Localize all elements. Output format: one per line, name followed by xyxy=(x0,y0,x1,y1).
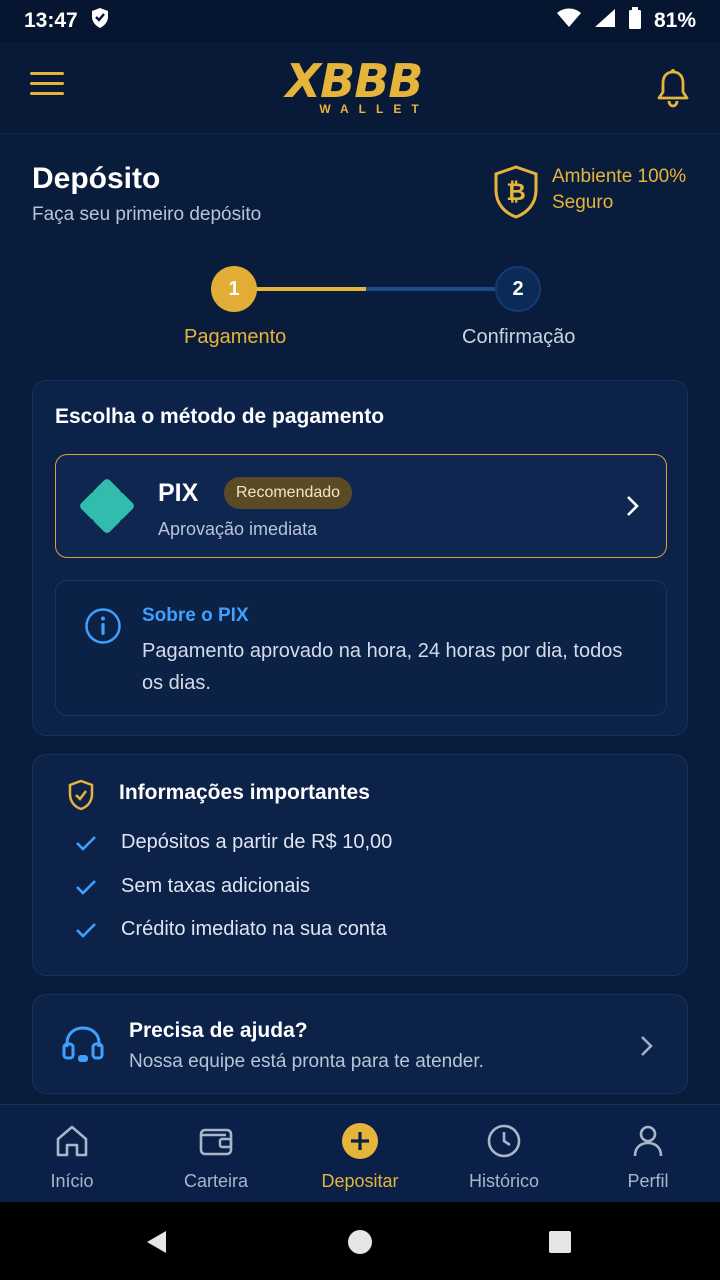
pix-icon xyxy=(80,479,134,533)
logo-main-text: XBBB xyxy=(285,54,424,108)
check-icon xyxy=(76,835,96,851)
nav-item-perfil[interactable]: Perfil xyxy=(576,1105,720,1202)
wifi-icon xyxy=(556,8,582,34)
pix-info-box: Sobre o PIX Pagamento aprovado na hora, … xyxy=(55,580,667,716)
page-subtitle: Faça seu primeiro depósito xyxy=(32,204,262,225)
nav-label: Histórico xyxy=(468,1171,539,1191)
svg-text:₿: ₿ xyxy=(506,178,526,206)
menu-button[interactable] xyxy=(30,72,64,102)
pix-info-title: Sobre o PIX xyxy=(142,605,249,626)
shield-status-icon xyxy=(90,7,110,35)
main-content: Depósito Faça seu primeiro depósito ₿ Am… xyxy=(0,134,720,1104)
back-icon[interactable] xyxy=(144,1229,170,1260)
home-button-icon[interactable] xyxy=(347,1229,373,1260)
info-item-text: Sem taxas adicionais xyxy=(121,875,310,897)
nav-item-carteira[interactable]: Carteira xyxy=(144,1105,288,1202)
bottom-navigation: Início Carteira Depositar Histórico Perf… xyxy=(0,1104,720,1202)
status-bar: 13:47 81% xyxy=(0,0,720,42)
page-title: Depósito xyxy=(32,162,161,195)
home-icon xyxy=(56,1125,88,1157)
shield-check-icon xyxy=(67,779,95,811)
nav-item-historico[interactable]: Histórico xyxy=(432,1105,576,1202)
system-navigation-bar xyxy=(0,1202,720,1280)
important-info-title: Informações importantes xyxy=(119,781,370,804)
info-item: Crédito imediato na sua conta xyxy=(75,918,387,941)
step-2-indicator: 2 xyxy=(495,266,541,312)
wallet-icon xyxy=(199,1128,233,1156)
nav-label: Carteira xyxy=(183,1171,249,1191)
payment-method-title: Escolha o método de pagamento xyxy=(55,405,385,428)
clock-icon xyxy=(487,1124,521,1158)
app-header: XBBB WALLET xyxy=(0,42,720,134)
pix-description: Aprovação imediata xyxy=(158,519,318,539)
headset-icon xyxy=(61,1025,105,1065)
info-item: Sem taxas adicionais xyxy=(75,875,310,898)
nav-item-depositar[interactable]: Depositar xyxy=(288,1105,432,1202)
secure-label: Ambiente 100% Seguro xyxy=(552,166,687,213)
notification-bell-icon[interactable] xyxy=(654,68,692,108)
pix-name: PIX xyxy=(158,479,199,507)
step-progress-line xyxy=(256,287,366,291)
user-icon xyxy=(633,1125,663,1157)
recents-icon[interactable] xyxy=(548,1230,572,1259)
pix-info-text: Pagamento aprovado na hora, 24 horas por… xyxy=(142,640,623,694)
chevron-right-icon xyxy=(622,493,642,519)
step-remaining-line xyxy=(366,287,496,291)
help-card[interactable]: Precisa de ajuda? Nossa equipe está pron… xyxy=(32,994,688,1094)
plus-circle-icon xyxy=(342,1123,378,1159)
app-logo: XBBB WALLET xyxy=(266,58,442,120)
secure-badge: ₿ Ambiente 100% Seguro xyxy=(492,164,702,225)
nav-label: Perfil xyxy=(627,1171,669,1191)
status-time: 13:47 xyxy=(24,9,78,32)
info-item: Depósitos a partir de R$ 10,00 xyxy=(75,831,392,854)
step-1-label: Pagamento xyxy=(184,326,287,348)
hamburger-icon xyxy=(30,72,64,75)
nav-item-inicio[interactable]: Início xyxy=(0,1105,144,1202)
battery-icon xyxy=(628,7,642,35)
important-info-card: Informações importantes Depósitos a part… xyxy=(32,754,688,976)
nav-label: Início xyxy=(50,1171,94,1191)
deposit-stepper: 1 2 Pagamento Confirmação xyxy=(0,264,720,364)
step-1-indicator: 1 xyxy=(211,266,257,312)
help-title: Precisa de ajuda? xyxy=(129,1019,308,1042)
info-item-text: Crédito imediato na sua conta xyxy=(121,918,387,940)
payment-method-card: Escolha o método de pagamento PIX Recome… xyxy=(32,380,688,736)
nav-label: Depositar xyxy=(321,1171,399,1191)
help-subtitle: Nossa equipe está pronta para te atender… xyxy=(129,1051,484,1072)
battery-level: 81% xyxy=(653,9,696,32)
step-2-label: Confirmação xyxy=(462,326,576,348)
check-icon xyxy=(76,922,96,938)
info-item-text: Depósitos a partir de R$ 10,00 xyxy=(121,831,393,853)
recommended-badge: Recomendado xyxy=(224,477,353,509)
check-icon xyxy=(76,879,96,895)
bitcoin-shield-icon: ₿ xyxy=(492,164,540,225)
pix-payment-option[interactable]: PIX Recomendado Aprovação imediata xyxy=(55,454,667,558)
signal-icon xyxy=(594,8,616,34)
info-icon xyxy=(84,607,122,645)
chevron-right-icon xyxy=(637,1033,655,1059)
